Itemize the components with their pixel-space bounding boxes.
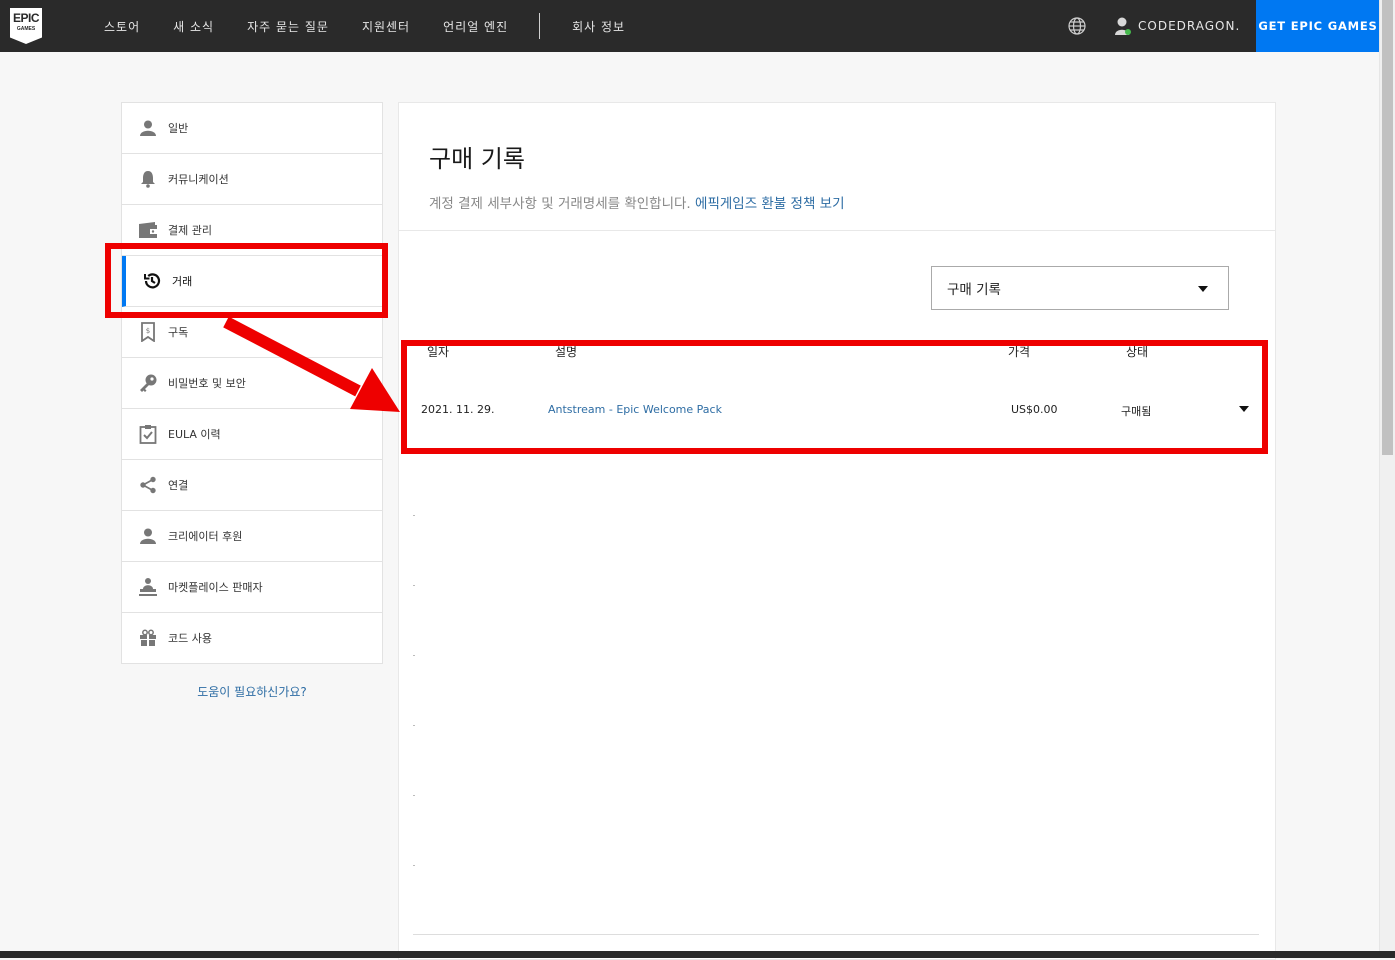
sidebar-item-label: EULA 이력	[168, 428, 221, 441]
bell-icon	[138, 169, 158, 189]
username-label: CODEDRAGON.	[1138, 19, 1241, 33]
sidebar-item-label: 일반	[168, 122, 189, 135]
account-sidebar: 일반 커뮤니케이션 결제 관리 거래 $ 구독 비밀번호 및 보안 EULA 이…	[121, 102, 383, 664]
refund-policy-link[interactable]: 에픽게임즈 환불 정책 보기	[695, 196, 845, 212]
sidebar-item-label: 연결	[168, 479, 189, 492]
person-icon	[138, 526, 158, 546]
key-icon	[138, 373, 158, 393]
purchase-history-panel: 구매 기록 계정 결제 세부사항 및 거래명세를 확인합니다. 에픽게임즈 환불…	[398, 102, 1276, 960]
placeholder-tick	[413, 585, 415, 586]
section-divider	[399, 230, 1275, 231]
chevron-down-icon	[1198, 286, 1208, 292]
get-epic-games-button[interactable]: GET EPIC GAMES	[1256, 0, 1380, 52]
bottom-bar	[0, 951, 1395, 958]
share-icon	[138, 475, 158, 495]
vertical-scrollbar[interactable]	[1379, 0, 1395, 958]
page-title: 구매 기록	[429, 145, 525, 173]
sidebar-item-label: 코드 사용	[168, 632, 212, 645]
sidebar-item-redeem-code[interactable]: 코드 사용	[122, 613, 382, 663]
help-link[interactable]: 도움이 필요하신가요?	[121, 683, 383, 700]
page-subtitle: 계정 결제 세부사항 및 거래명세를 확인합니다. 에픽게임즈 환불 정책 보기	[429, 192, 845, 212]
sidebar-item-creator-support[interactable]: 크리에이터 후원	[122, 511, 382, 562]
sidebar-item-general[interactable]: 일반	[122, 103, 382, 154]
user-avatar-icon	[1114, 16, 1132, 36]
subtitle-text: 계정 결제 세부사항 및 거래명세를 확인합니다.	[429, 196, 691, 212]
nav-item-store[interactable]: 스토어	[104, 18, 140, 35]
placeholder-tick	[413, 655, 415, 656]
placeholder-tick	[413, 515, 415, 516]
top-navigation-bar: EPIC GAMES 스토어 새 소식 자주 묻는 질문 지원센터 언리얼 엔진…	[0, 0, 1380, 52]
annotation-highlight-transaction-row	[401, 340, 1268, 454]
seller-icon	[138, 577, 158, 597]
scrollbar-thumb[interactable]	[1382, 0, 1393, 455]
nav-item-company[interactable]: 회사 정보	[572, 18, 625, 35]
sidebar-item-communication[interactable]: 커뮤니케이션	[122, 154, 382, 205]
globe-icon[interactable]	[1067, 16, 1087, 36]
wallet-icon	[138, 220, 158, 240]
sidebar-item-connections[interactable]: 연결	[122, 460, 382, 511]
nav-menu: 스토어 새 소식 자주 묻는 질문 지원센터 언리얼 엔진 회사 정보	[104, 0, 658, 52]
person-icon	[138, 118, 158, 138]
svg-text:$: $	[146, 327, 150, 335]
dropdown-selected-value: 구매 기록	[947, 282, 1001, 298]
history-type-dropdown[interactable]: 구매 기록	[931, 266, 1229, 310]
sidebar-item-password-security[interactable]: 비밀번호 및 보안	[122, 358, 382, 409]
sidebar-item-marketplace-seller[interactable]: 마켓플레이스 판매자	[122, 562, 382, 613]
placeholder-tick	[413, 865, 415, 866]
sidebar-item-label: 크리에이터 후원	[168, 530, 243, 543]
placeholder-tick	[413, 795, 415, 796]
sidebar-item-label: 결제 관리	[168, 224, 212, 237]
table-bottom-divider	[413, 934, 1259, 935]
annotation-highlight-transactions	[105, 243, 388, 318]
sidebar-item-eula-history[interactable]: EULA 이력	[122, 409, 382, 460]
nav-item-faq[interactable]: 자주 묻는 질문	[247, 18, 329, 35]
nav-item-unreal-engine[interactable]: 언리얼 엔진	[443, 18, 508, 35]
sidebar-item-label: 비밀번호 및 보안	[168, 377, 246, 390]
sidebar-item-label: 구독	[168, 326, 189, 339]
placeholder-tick	[413, 725, 415, 726]
user-menu[interactable]: CODEDRAGON.	[1114, 16, 1240, 36]
nav-item-support[interactable]: 지원센터	[362, 18, 410, 35]
receipt-icon: $	[138, 322, 158, 342]
clipboard-check-icon	[138, 424, 158, 444]
nav-item-news[interactable]: 새 소식	[173, 18, 214, 35]
gift-icon	[138, 628, 158, 648]
nav-divider	[539, 13, 541, 39]
epic-games-logo[interactable]: EPIC GAMES	[10, 8, 42, 44]
sidebar-item-label: 커뮤니케이션	[168, 173, 229, 186]
sidebar-item-label: 마켓플레이스 판매자	[168, 581, 263, 594]
